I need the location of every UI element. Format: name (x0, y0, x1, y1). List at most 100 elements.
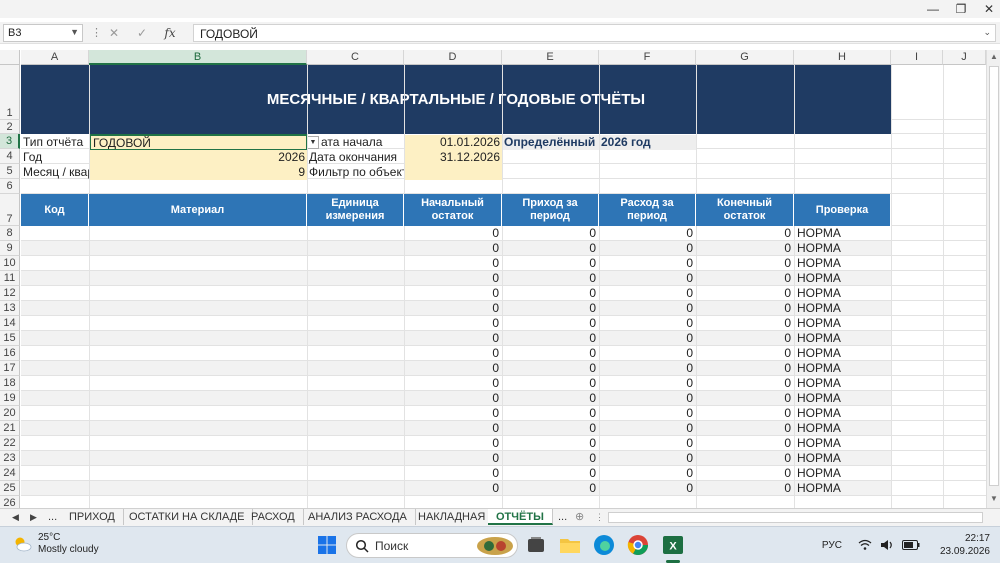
column-header-a[interactable]: A (21, 50, 89, 65)
row-header-14[interactable]: 14 (0, 316, 20, 331)
cell-check[interactable]: НОРМА (794, 286, 891, 301)
cell-check[interactable]: НОРМА (794, 406, 891, 421)
cell-income[interactable]: 0 (502, 256, 599, 271)
cell-end-balance[interactable]: 0 (696, 316, 794, 331)
param-month-value[interactable]: 9 (89, 165, 307, 180)
row-header-19[interactable]: 19 (0, 391, 20, 406)
row-header-23[interactable]: 23 (0, 451, 20, 466)
cell-income[interactable]: 0 (502, 286, 599, 301)
cell-income[interactable]: 0 (502, 451, 599, 466)
battery-icon[interactable] (901, 540, 920, 550)
cell-check[interactable]: НОРМА (794, 301, 891, 316)
cell-expense[interactable]: 0 (599, 316, 696, 331)
cell-expense[interactable]: 0 (599, 226, 696, 241)
param-type-value[interactable]: ГОДОВОЙ (89, 134, 308, 151)
row-header-16[interactable]: 16 (0, 346, 20, 361)
scroll-up-icon[interactable]: ▲ (987, 52, 1000, 61)
cell-income[interactable]: 0 (502, 331, 599, 346)
row-header-8[interactable]: 8 (0, 226, 20, 241)
row-header-1[interactable]: 1 (0, 65, 20, 120)
cell-start-balance[interactable]: 0 (404, 301, 502, 316)
spreadsheet-grid[interactable]: МЕСЯЧНЫЕ / КВАРТАЛЬНЫЕ / ГОДОВЫЕ ОТЧЁТЫ … (0, 50, 986, 508)
cell-start-balance[interactable]: 0 (404, 391, 502, 406)
cell-check[interactable]: НОРМА (794, 241, 891, 256)
cell-end-balance[interactable]: 0 (696, 361, 794, 376)
prev-sheet-icon[interactable]: ◀ (12, 509, 19, 525)
excel-app-icon[interactable]: X (661, 533, 685, 557)
row-header-21[interactable]: 21 (0, 421, 20, 436)
cell-expense[interactable]: 0 (599, 256, 696, 271)
scroll-down-icon[interactable]: ▼ (987, 494, 1000, 503)
minimize-icon[interactable]: — (926, 0, 940, 18)
cell-check[interactable]: НОРМА (794, 421, 891, 436)
column-header-j[interactable]: J (943, 50, 986, 65)
cell-start-balance[interactable]: 0 (404, 421, 502, 436)
cell-start-balance[interactable]: 0 (404, 361, 502, 376)
cell-check[interactable]: НОРМА (794, 391, 891, 406)
cell-income[interactable]: 0 (502, 421, 599, 436)
task-view-icon[interactable] (524, 533, 548, 557)
tab-rashod[interactable]: РАСХОД (243, 509, 304, 525)
param-start-value[interactable]: 01.01.2026 (404, 135, 502, 150)
cell-expense[interactable]: 0 (599, 376, 696, 391)
cell-end-balance[interactable]: 0 (696, 241, 794, 256)
more-sheets-right[interactable]: ... (550, 509, 575, 525)
cell-start-balance[interactable]: 0 (404, 226, 502, 241)
cell-check[interactable]: НОРМА (794, 481, 891, 496)
cell-income[interactable]: 0 (502, 361, 599, 376)
column-header-h[interactable]: H (794, 50, 891, 65)
cell-expense[interactable]: 0 (599, 481, 696, 496)
cell-income[interactable]: 0 (502, 226, 599, 241)
cell-start-balance[interactable]: 0 (404, 316, 502, 331)
cell-income[interactable]: 0 (502, 466, 599, 481)
cell-start-balance[interactable]: 0 (404, 376, 502, 391)
cell-end-balance[interactable]: 0 (696, 376, 794, 391)
clock[interactable]: 22:17 23.09.2026 (940, 532, 990, 558)
cell-start-balance[interactable]: 0 (404, 466, 502, 481)
cell-income[interactable]: 0 (502, 376, 599, 391)
cell-start-balance[interactable]: 0 (404, 256, 502, 271)
cell-end-balance[interactable]: 0 (696, 421, 794, 436)
row-header-17[interactable]: 17 (0, 361, 20, 376)
cell-end-balance[interactable]: 0 (696, 271, 794, 286)
cell-expense[interactable]: 0 (599, 421, 696, 436)
cell-income[interactable]: 0 (502, 301, 599, 316)
cell-check[interactable]: НОРМА (794, 271, 891, 286)
row-header-18[interactable]: 18 (0, 376, 20, 391)
cell-income[interactable]: 0 (502, 316, 599, 331)
cell-expense[interactable]: 0 (599, 391, 696, 406)
cell-start-balance[interactable]: 0 (404, 241, 502, 256)
cell-start-balance[interactable]: 0 (404, 286, 502, 301)
row-header-24[interactable]: 24 (0, 466, 20, 481)
vertical-scrollbar[interactable]: ▲ ▼ (986, 50, 1000, 508)
row-header-6[interactable]: 6 (0, 179, 20, 194)
cell-income[interactable]: 0 (502, 271, 599, 286)
select-all-corner[interactable] (0, 50, 20, 65)
cell-check[interactable]: НОРМА (794, 226, 891, 241)
tab-nakladnaya[interactable]: НАКЛАДНАЯ (410, 509, 495, 525)
row-header-5[interactable]: 5 (0, 164, 20, 179)
column-header-e[interactable]: E (502, 50, 599, 65)
cell-expense[interactable]: 0 (599, 286, 696, 301)
cell-income[interactable]: 0 (502, 436, 599, 451)
cell-income[interactable]: 0 (502, 391, 599, 406)
add-sheet-icon[interactable]: ⊕ (575, 509, 584, 525)
enter-check-icon[interactable]: ✓ (134, 24, 150, 42)
chrome-browser-icon[interactable] (626, 533, 650, 557)
cell-end-balance[interactable]: 0 (696, 436, 794, 451)
cell-check[interactable]: НОРМА (794, 316, 891, 331)
column-header-c[interactable]: C (307, 50, 404, 65)
cell-end-balance[interactable]: 0 (696, 451, 794, 466)
row-header-7[interactable]: 7 (0, 194, 20, 226)
row-header-3[interactable]: 3 (0, 134, 20, 149)
cell-check[interactable]: НОРМА (794, 436, 891, 451)
tab-analiz[interactable]: АНАЛИЗ РАСХОДА (300, 509, 416, 525)
taskbar-search[interactable]: Поиск (346, 533, 518, 558)
scrollbar-thumb[interactable] (989, 66, 999, 486)
column-header-b[interactable]: B (89, 50, 307, 65)
row-header-15[interactable]: 15 (0, 331, 20, 346)
cell-start-balance[interactable]: 0 (404, 346, 502, 361)
column-header-i[interactable]: I (891, 50, 943, 65)
cell-check[interactable]: НОРМА (794, 376, 891, 391)
insert-function-icon[interactable]: fx (162, 24, 178, 42)
